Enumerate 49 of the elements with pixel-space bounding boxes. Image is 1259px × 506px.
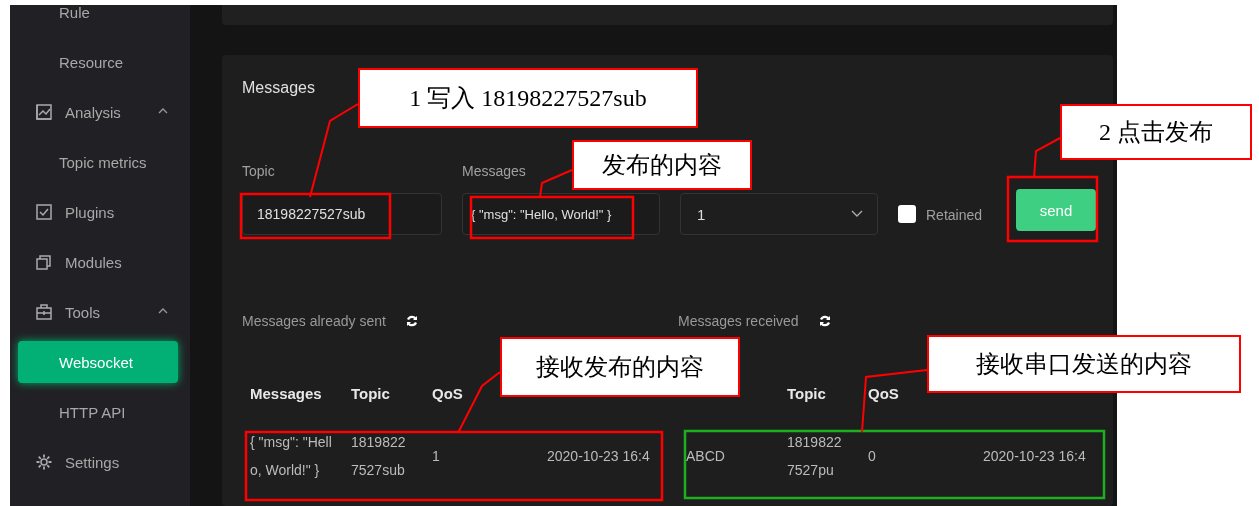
table-cell-text: 0 (867, 447, 877, 466)
chevron-up-icon[interactable] (158, 307, 168, 314)
table-cell-text: 2020-10-23 16:4 (547, 447, 651, 466)
topic-field[interactable]: 18198227527sub (242, 193, 442, 235)
leader-line (539, 169, 573, 198)
sidebar-item[interactable]: Tools (10, 287, 190, 337)
checkbox-icon (35, 203, 53, 221)
sidebar-item[interactable]: Rule (10, 5, 190, 37)
field-label: Topic (242, 163, 275, 179)
callout-label: 发布的内容 (572, 140, 752, 190)
leader-line (1033, 137, 1061, 179)
table-cell-text: 18198227527pu (786, 433, 843, 480)
field-label: Messages (462, 163, 526, 179)
sidebar-item[interactable]: HTTP API (10, 387, 190, 437)
sidebar-item[interactable]: Settings (10, 437, 190, 487)
column-header: Messages (249, 384, 323, 402)
qos-select[interactable]: 1 (680, 193, 878, 235)
chevron-down-icon (851, 210, 863, 218)
column-header: QoS (431, 384, 464, 402)
chart-icon (35, 103, 53, 121)
sidebar-item[interactable]: Topic metrics (10, 137, 190, 187)
table-cell-text: 2020-10-23 16:4 (983, 447, 1087, 466)
sidebar-item[interactable]: Resource (10, 37, 190, 87)
callout-label: 1 写入 18198227527sub (358, 68, 698, 128)
callout-label: 接收串口发送的内容 (927, 335, 1241, 393)
column-header: Topic (786, 384, 827, 402)
table-cell-text: 1 (431, 447, 441, 466)
toolbox-icon (35, 303, 53, 321)
chevron-up-icon[interactable] (158, 107, 168, 114)
column-header: Topic (350, 384, 391, 402)
table-cell-text: ABCD (685, 447, 726, 466)
copy-icon (35, 253, 53, 271)
retained-checkbox[interactable] (898, 205, 916, 223)
sidebar-item[interactable]: Analysis (10, 87, 190, 137)
leader-line (861, 369, 928, 433)
section-title: Messages already sent (242, 313, 386, 329)
card-title: Messages (242, 78, 315, 98)
column-header: QoS (867, 384, 900, 402)
callout-label: 接收发布的内容 (500, 337, 740, 397)
sidebar-item[interactable]: Plugins (10, 187, 190, 237)
settings-icon (35, 453, 53, 471)
sidebar-item[interactable]: Modules (10, 237, 190, 287)
table-cell-text: 18198227527sub (350, 433, 407, 480)
checkbox-label: Retained (926, 207, 983, 223)
table-cell-text: { "msg": "Hello, World!" } (249, 433, 333, 480)
refresh-icon[interactable] (818, 315, 831, 327)
refresh-icon[interactable] (405, 315, 418, 327)
section-title: Messages received (678, 313, 799, 329)
callout-label: 2 点击发布 (1060, 104, 1252, 160)
